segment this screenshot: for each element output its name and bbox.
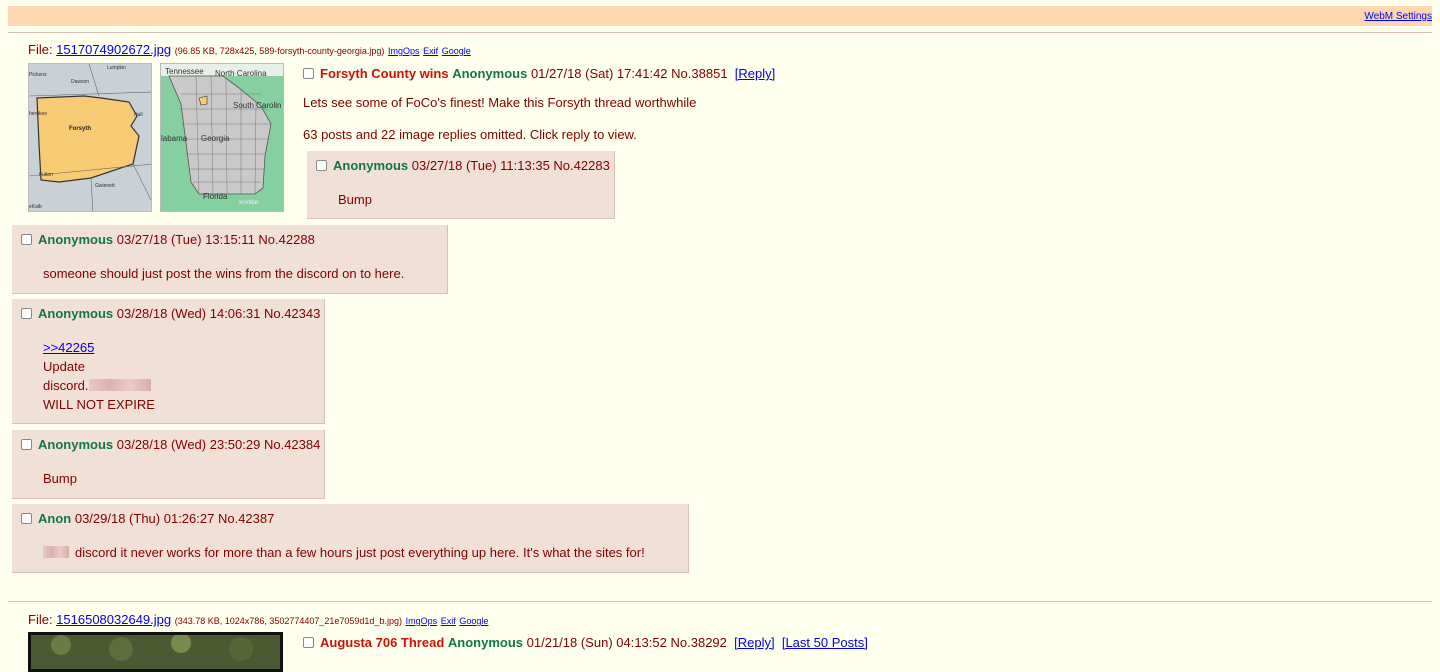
last-50-posts-link[interactable]: [Last 50 Posts] xyxy=(782,635,868,650)
post-checkbox[interactable] xyxy=(316,160,327,171)
op-message: Lets see some of FoCo's finest! Make thi… xyxy=(303,95,697,110)
post-number[interactable]: No.42288 xyxy=(258,232,314,247)
reply-header: Anonymous 03/27/18 (Tue) 13:15:11 No.422… xyxy=(21,232,315,247)
reply-message: discord it never works for more than a f… xyxy=(43,543,645,562)
poster-name: Anon xyxy=(38,511,72,526)
poster-name: Anonymous xyxy=(333,158,409,173)
poster-name: Anonymous xyxy=(452,66,528,81)
redacted-text xyxy=(88,379,151,391)
map-label: Forsyth xyxy=(69,126,92,132)
poster-name: Anonymous xyxy=(38,437,114,452)
map-label: Tennessee xyxy=(165,67,204,76)
top-bar: WebM Settings xyxy=(8,6,1432,26)
imgops-link[interactable]: ImgOps xyxy=(406,616,438,626)
thread-image-thumbnail-photo[interactable] xyxy=(28,632,283,672)
exif-link[interactable]: Exif xyxy=(441,616,456,626)
file-meta: (96.85 KB, 728x425, 589-forsyth-county-g… xyxy=(174,46,385,56)
map-label: Dawson xyxy=(71,79,90,85)
post-subject: Forsyth County wins xyxy=(320,66,449,81)
post-number[interactable]: No.42387 xyxy=(218,511,274,526)
post-number[interactable]: No.42384 xyxy=(264,437,320,452)
map-label: Fulton xyxy=(39,172,53,178)
post-datetime: 03/28/18 (Wed) 23:50:29 xyxy=(116,437,261,452)
reply-link[interactable]: [Reply] xyxy=(734,635,774,650)
thread-image-thumbnail-state-map[interactable]: Tennessee North Carolina South Carolin l… xyxy=(160,63,284,212)
post-checkbox[interactable] xyxy=(21,234,32,245)
reply-post: Anonymous 03/28/18 (Wed) 23:50:29 No.423… xyxy=(12,430,325,499)
message-text: discord. xyxy=(43,378,89,393)
reply-post: Anonymous 03/27/18 (Tue) 13:15:11 No.422… xyxy=(12,225,448,294)
post-datetime: 03/28/18 (Wed) 14:06:31 xyxy=(116,306,261,321)
file-meta: (343.78 KB, 1024x786, 3502774407_21e7059… xyxy=(174,616,402,626)
thread-divider xyxy=(8,601,1432,602)
post-checkbox[interactable] xyxy=(21,439,32,450)
post-number[interactable]: No.38851 xyxy=(671,66,727,81)
redacted-text xyxy=(43,546,69,558)
reply-post: Anon 03/29/18 (Thu) 01:26:27 No.42387 di… xyxy=(12,504,689,573)
map-label: Pickens xyxy=(29,72,47,78)
reply-message: >>42265 Update discord. WILL NOT EXPIRE xyxy=(43,338,155,414)
post-checkbox[interactable] xyxy=(303,68,314,79)
message-line: Update xyxy=(43,359,85,374)
google-link[interactable]: Google xyxy=(442,46,471,56)
map-label: Gwinnett xyxy=(95,183,115,189)
file-link[interactable]: 1517074902672.jpg xyxy=(56,42,171,57)
reply-header: Anonymous 03/28/18 (Wed) 23:50:29 No.423… xyxy=(21,437,320,452)
reply-message: Bump xyxy=(43,471,77,486)
map-label: North Carolina xyxy=(215,69,267,78)
post-datetime: 03/29/18 (Thu) 01:26:27 xyxy=(74,511,215,526)
reply-header: Anonymous 03/28/18 (Wed) 14:06:31 No.423… xyxy=(21,306,320,321)
file-info: File: 1517074902672.jpg (96.85 KB, 728x4… xyxy=(28,42,471,57)
reply-link[interactable]: [Reply] xyxy=(735,66,775,81)
message-line: WILL NOT EXPIRE xyxy=(43,397,155,412)
file-label: File: xyxy=(28,42,57,57)
post-datetime: 01/27/18 (Sat) 17:41:42 xyxy=(530,66,668,81)
map-label: worldat xyxy=(239,200,259,206)
map-label: labama xyxy=(161,134,188,143)
poster-name: Anonymous xyxy=(38,306,114,321)
message-text: discord it never works for more than a f… xyxy=(75,545,645,560)
post-checkbox[interactable] xyxy=(21,308,32,319)
post-datetime: 03/27/18 (Tue) 11:13:35 xyxy=(411,158,550,173)
map-label: South Carolin xyxy=(233,101,282,110)
webm-settings-link[interactable]: WebM Settings xyxy=(1364,11,1432,22)
file-link[interactable]: 1516508032649.jpg xyxy=(56,612,171,627)
map-label: Florida xyxy=(203,192,228,201)
post-datetime: 01/21/18 (Sun) 04:13:52 xyxy=(526,635,667,650)
post-subject: Augusta 706 Thread xyxy=(320,635,445,650)
poster-name: Anonymous xyxy=(38,232,114,247)
exif-link[interactable]: Exif xyxy=(423,46,438,56)
post-number[interactable]: No.42283 xyxy=(553,158,609,173)
file-label: File: xyxy=(28,612,57,627)
reply-header: Anon 03/29/18 (Thu) 01:26:27 No.42387 xyxy=(21,511,274,526)
map-label: Lumpkin xyxy=(107,65,126,71)
map-label: eKalb xyxy=(29,204,42,210)
poster-name: Anonymous xyxy=(447,635,524,650)
thread-image-thumbnail-county-map[interactable]: Lumpkin Pickens Dawson Forsyth herokee H… xyxy=(28,63,152,212)
message-line: discord. xyxy=(43,376,155,395)
reply-post: Anonymous 03/27/18 (Tue) 11:13:35 No.422… xyxy=(307,151,615,219)
reply-post: Anonymous 03/28/18 (Wed) 14:06:31 No.423… xyxy=(12,299,325,424)
google-link[interactable]: Google xyxy=(459,616,488,626)
map-label: herokee xyxy=(29,111,48,117)
post-checkbox[interactable] xyxy=(303,637,314,648)
map-label: Georgia xyxy=(201,134,230,143)
post-number[interactable]: No.42343 xyxy=(264,306,320,321)
imgops-link[interactable]: ImgOps xyxy=(388,46,420,56)
op-header: Forsyth County wins Anonymous 01/27/18 (… xyxy=(303,66,775,81)
divider xyxy=(8,32,1432,33)
post-checkbox[interactable] xyxy=(21,513,32,524)
map-label: Hall xyxy=(134,112,143,118)
reply-header: Anonymous 03/27/18 (Tue) 11:13:35 No.422… xyxy=(316,158,610,173)
op-header: Augusta 706 Thread Anonymous 01/21/18 (S… xyxy=(303,635,868,650)
omitted-notice: 63 posts and 22 image replies omitted. C… xyxy=(303,127,637,142)
reply-message: someone should just post the wins from t… xyxy=(43,266,405,281)
quote-link[interactable]: >>42265 xyxy=(43,338,155,357)
post-datetime: 03/27/18 (Tue) 13:15:11 xyxy=(116,232,255,247)
reply-message: Bump xyxy=(338,192,372,207)
post-number[interactable]: No.38292 xyxy=(671,635,727,650)
file-info: File: 1516508032649.jpg (343.78 KB, 1024… xyxy=(28,612,488,627)
